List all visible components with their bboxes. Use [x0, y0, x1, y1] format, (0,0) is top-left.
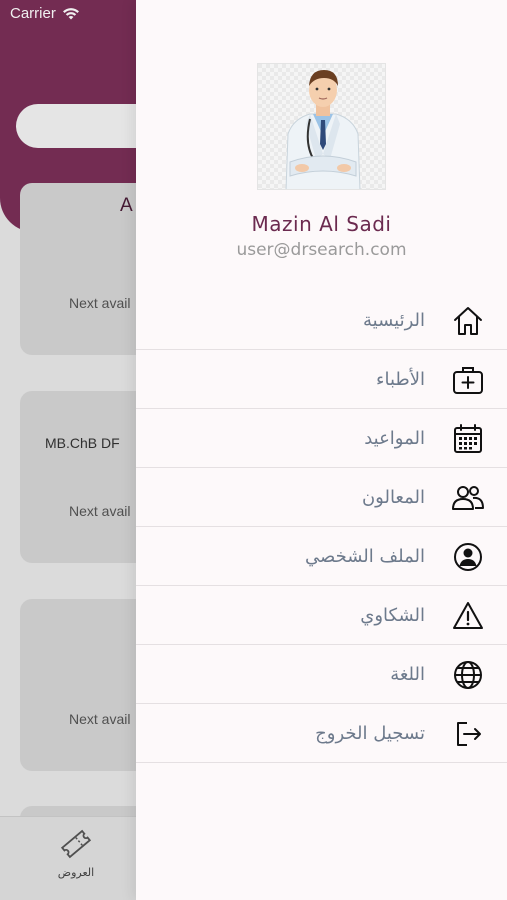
menu-item-label: الرئيسية: [363, 310, 425, 331]
doctor-avatar-icon: [258, 64, 385, 189]
medical-kit-icon: [451, 363, 485, 397]
menu-item-label: المواعيد: [364, 428, 425, 449]
menu-item-appointments[interactable]: المواعيد: [136, 409, 507, 468]
drawer-menu: الرئيسية الأطباء المواعيد المعالون الملف: [136, 291, 507, 763]
menu-item-dependents[interactable]: المعالون: [136, 468, 507, 527]
people-icon: [451, 481, 485, 515]
menu-item-label: تسجيل الخروج: [315, 723, 425, 744]
menu-item-logout[interactable]: تسجيل الخروج: [136, 704, 507, 763]
calendar-icon: [451, 422, 485, 456]
menu-item-complaints[interactable]: الشكاوي: [136, 586, 507, 645]
globe-icon: [451, 658, 485, 692]
logout-icon: [451, 717, 485, 751]
menu-item-label: الملف الشخصي: [305, 546, 425, 567]
menu-item-home[interactable]: الرئيسية: [136, 291, 507, 350]
menu-item-label: المعالون: [361, 487, 425, 508]
menu-item-doctors[interactable]: الأطباء: [136, 350, 507, 409]
menu-item-label: الشكاوي: [360, 605, 425, 626]
profile-email: user@drsearch.com: [236, 240, 407, 260]
side-drawer: Mazin Al Sadi user@drsearch.com الرئيسية…: [136, 0, 507, 900]
menu-item-profile[interactable]: الملف الشخصي: [136, 527, 507, 586]
warning-icon: [451, 599, 485, 633]
user-circle-icon: [451, 540, 485, 574]
menu-item-label: اللغة: [390, 664, 425, 685]
menu-item-label: الأطباء: [376, 369, 425, 390]
profile-name: Mazin Al Sadi: [251, 212, 392, 236]
doctor-avatar: [257, 63, 386, 190]
home-icon: [451, 304, 485, 338]
menu-item-language[interactable]: اللغة: [136, 645, 507, 704]
